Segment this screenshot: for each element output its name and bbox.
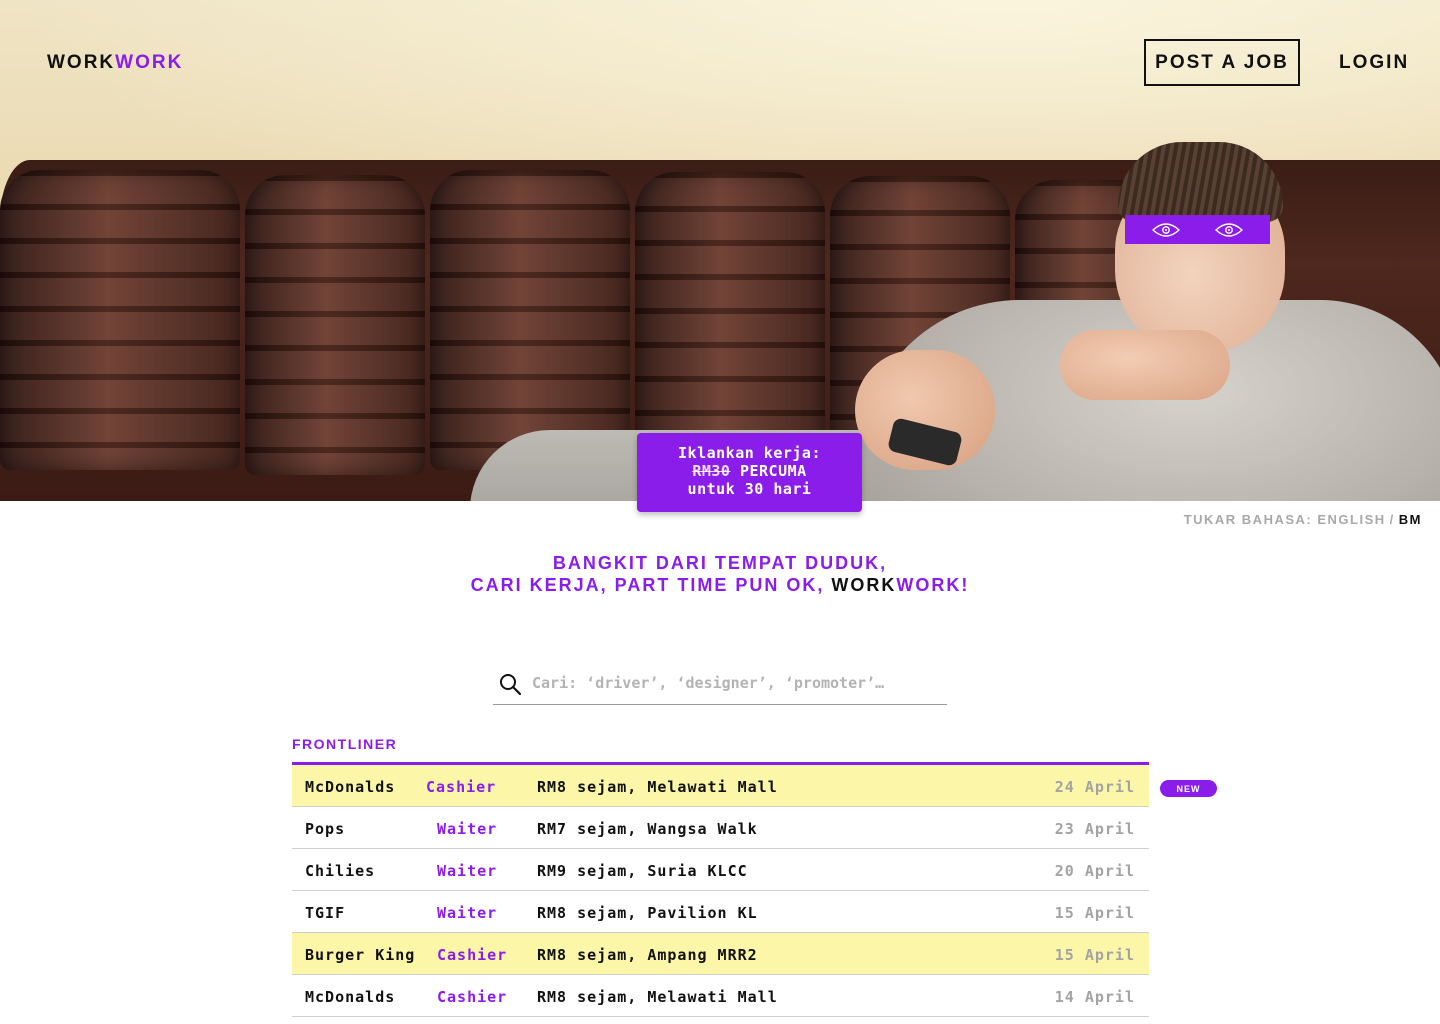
tagline-brand-a: WORK <box>831 575 897 595</box>
job-role-link[interactable]: Cashier <box>437 946 507 964</box>
tagline-line2: CARI KERJA, PART TIME PUN OK, WORKWORK! <box>0 574 1440 596</box>
tagline-brand-b: WORK! <box>896 575 970 595</box>
new-badge: NEW <box>1160 780 1217 797</box>
brand-logo[interactable]: WORKWORK <box>47 52 183 74</box>
censor-eye-bar <box>1125 215 1270 244</box>
job-date: 23 April <box>1054 820 1135 838</box>
job-company: McDonalds <box>305 988 396 1006</box>
job-date: 15 April <box>1054 904 1135 922</box>
eye-icon <box>1214 222 1243 237</box>
sofa-cushion <box>245 175 425 475</box>
job-date: 20 April <box>1054 862 1135 880</box>
job-row[interactable]: Pops Waiter RM7 sejam, Wangsa Walk 23 April <box>292 807 1149 849</box>
brand-logo-part1: WORK <box>47 52 116 73</box>
tagline-line1: BANGKIT DARI TEMPAT DUDUK, <box>552 553 888 573</box>
promo-line1: Iklankan kerja: <box>678 444 821 462</box>
sofa-cushion <box>635 172 825 472</box>
tagline-line2-text: CARI KERJA, PART TIME PUN OK, <box>470 575 825 595</box>
job-date: 14 April <box>1054 988 1135 1006</box>
job-date: 15 April <box>1054 946 1135 964</box>
job-role-link[interactable]: Waiter <box>437 862 497 880</box>
search-input[interactable] <box>532 674 932 692</box>
job-company: TGIF <box>305 904 346 922</box>
language-english-link[interactable]: ENGLISH <box>1317 512 1385 527</box>
job-detail: RM8 sejam, Melawati Mall <box>537 778 778 796</box>
promo-line2: RM30 PERCUMA <box>637 462 862 480</box>
job-detail: RM9 sejam, Suria KLCC <box>537 862 748 880</box>
job-list: McDonalds Cashier RM8 sejam, Melawati Mall… <box>292 762 1149 1017</box>
tagline: BANGKIT DARI TEMPAT DUDUK, CARI KERJA, P… <box>0 552 1440 596</box>
search-icon <box>500 674 522 696</box>
job-company: McDonalds <box>305 778 396 796</box>
language-separator: / <box>1389 512 1395 527</box>
job-role-link[interactable]: Cashier <box>426 778 496 796</box>
job-row[interactable]: TGIF Waiter RM8 sejam, Pavilion KL 15 April <box>292 891 1149 933</box>
login-link[interactable]: LOGIN <box>1339 52 1409 74</box>
job-row[interactable]: Burger King Cashier RM8 sejam, Ampang MRR2… <box>292 933 1149 975</box>
job-detail: RM8 sejam, Melawati Mall <box>537 988 778 1006</box>
job-detail: RM7 sejam, Wangsa Walk <box>537 820 758 838</box>
post-job-button[interactable]: POST A JOB <box>1144 39 1300 86</box>
job-detail: RM8 sejam, Ampang MRR2 <box>537 946 758 964</box>
job-role-link[interactable]: Waiter <box>437 820 497 838</box>
job-company: Pops <box>305 820 346 838</box>
sofa-cushion <box>0 170 240 470</box>
job-role-link[interactable]: Cashier <box>437 988 507 1006</box>
job-row[interactable]: Chilies Waiter RM9 sejam, Suria KLCC 20 Apr… <box>292 849 1149 891</box>
brand-logo-part2: WORK <box>115 52 184 73</box>
promo-old-price: RM30 <box>692 462 731 480</box>
language-label: TUKAR BAHASA: <box>1183 512 1313 527</box>
job-role-link[interactable]: Waiter <box>437 904 497 922</box>
eye-icon <box>1152 222 1181 237</box>
language-switcher: TUKAR BAHASA: ENGLISH / BM <box>1184 512 1422 527</box>
job-date: 24 April <box>1054 778 1135 796</box>
job-row[interactable]: McDonalds Cashier RM8 sejam, Melawati Mall… <box>292 975 1149 1017</box>
sofa-cushion <box>430 170 630 470</box>
category-heading: FRONTLINER <box>292 736 398 752</box>
man-arm <box>1060 330 1230 400</box>
job-company: Burger King <box>305 946 416 964</box>
promo-new-price: PERCUMA <box>739 462 807 480</box>
job-row[interactable]: McDonalds Cashier RM8 sejam, Melawati Mall… <box>292 765 1149 807</box>
language-bm-link[interactable]: BM <box>1399 512 1422 527</box>
job-company: Chilies <box>305 862 376 880</box>
search-bar <box>493 668 947 705</box>
promo-advertise-button[interactable]: Iklankan kerja: RM30 PERCUMA untuk 30 ha… <box>637 433 862 512</box>
promo-line3: untuk 30 hari <box>687 480 812 498</box>
job-detail: RM8 sejam, Pavilion KL <box>537 904 758 922</box>
